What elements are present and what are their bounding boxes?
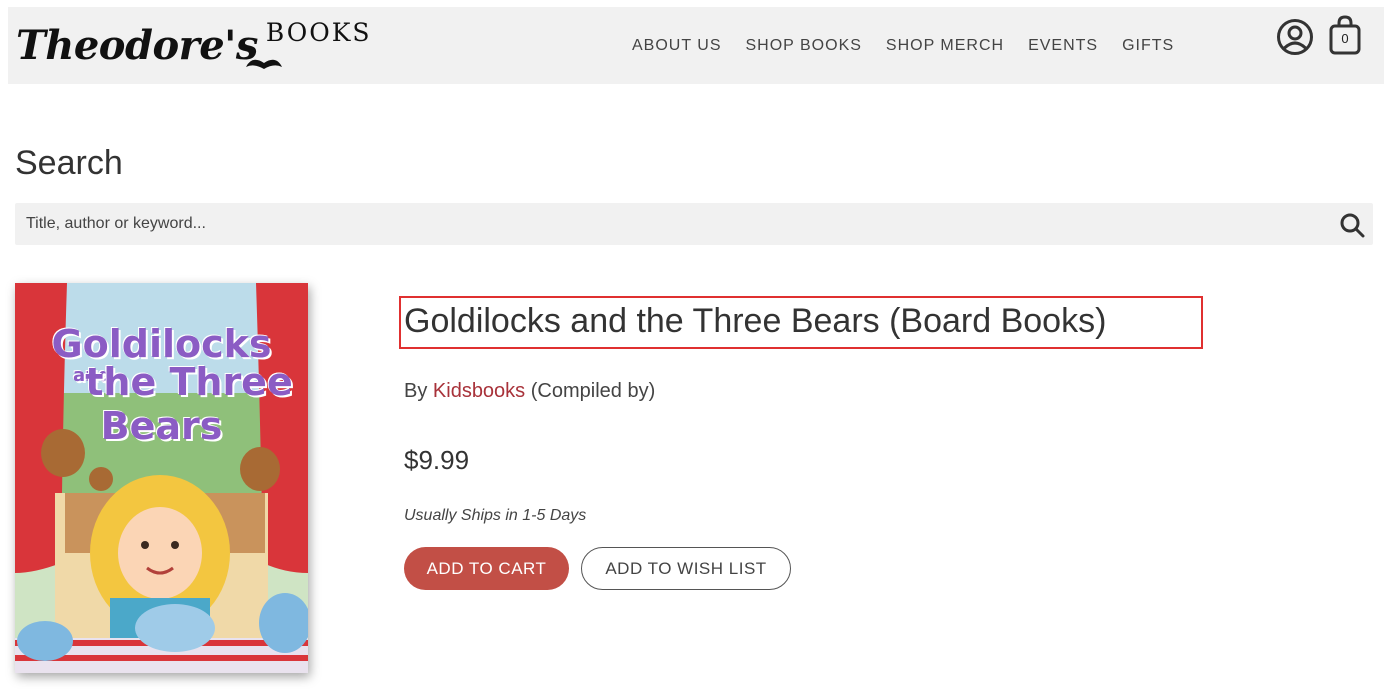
logo-subtext: BOOKS [265, 18, 372, 47]
author-role: (Compiled by) [530, 380, 656, 402]
book-cover-image[interactable]: Goldilocks and the Three Bears [15, 283, 308, 673]
nav-about-us[interactable]: ABOUT US [632, 37, 722, 55]
nav-shop-books[interactable]: SHOP BOOKS [746, 37, 862, 55]
main-nav: ABOUT US SHOP BOOKS SHOP MERCH EVENTS GI… [632, 7, 1174, 84]
author-byline: By Kidsbooks (Compiled by) [404, 380, 655, 403]
cart-count-badge: 0 [1341, 31, 1349, 46]
cover-title: Goldilocks and the Three Bears [51, 322, 293, 448]
nav-events[interactable]: EVENTS [1028, 37, 1098, 55]
cart-button[interactable]: 0 [1328, 14, 1362, 56]
mustache-icon [246, 59, 282, 69]
site-header: Theodore's BOOKS ABOUT US SHOP BOOKS SHO… [8, 7, 1384, 84]
nav-gifts[interactable]: GIFTS [1122, 37, 1174, 55]
account-circle-icon[interactable] [1276, 18, 1314, 56]
by-prefix: By [404, 380, 428, 402]
search-icon[interactable] [1339, 212, 1365, 238]
nav-shop-merch[interactable]: SHOP MERCH [886, 37, 1004, 55]
site-logo[interactable]: Theodore's BOOKS [16, 15, 372, 77]
book-title: Goldilocks and the Three Bears (Board Bo… [404, 302, 1107, 340]
add-to-wishlist-button[interactable]: ADD TO WISH LIST [581, 547, 791, 590]
logo-text: Theodore's [16, 22, 258, 69]
author-link[interactable]: Kidsbooks [433, 380, 525, 402]
search-input[interactable] [15, 203, 1315, 245]
search-bar [15, 203, 1373, 245]
book-price: $9.99 [404, 445, 470, 475]
search-heading: Search [15, 144, 123, 182]
availability-text: Usually Ships in 1-5 Days [404, 507, 587, 524]
add-to-cart-button[interactable]: ADD TO CART [404, 547, 569, 590]
